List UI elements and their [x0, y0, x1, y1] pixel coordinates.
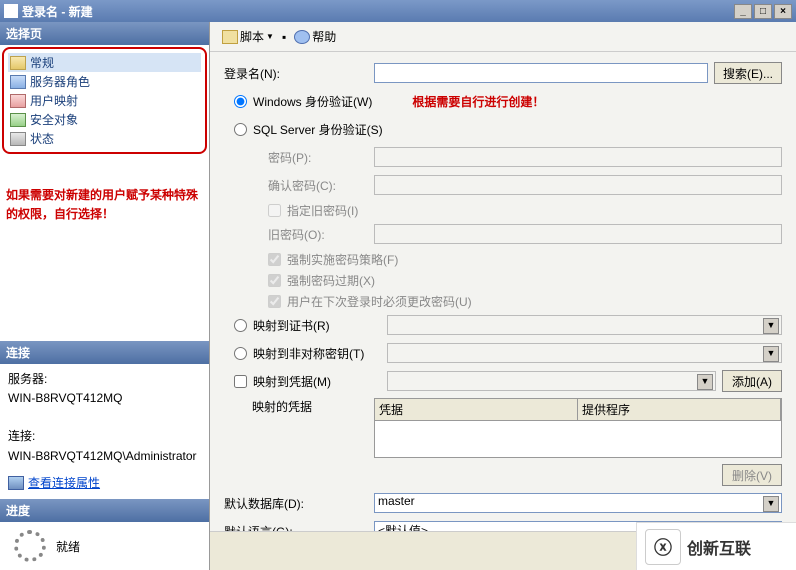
help-button[interactable]: 帮助: [290, 26, 340, 47]
sql-auth-label: SQL Server 身份验证(S): [253, 121, 383, 138]
specify-old-checkbox: [268, 204, 281, 217]
map-cert-select: [387, 315, 782, 335]
nav-label: 常规: [30, 54, 54, 71]
map-cred-select: [387, 371, 716, 391]
default-db-label: 默认数据库(D):: [224, 495, 374, 512]
select-page-header: 选择页: [0, 22, 209, 45]
view-conn-text: 查看连接属性: [28, 474, 100, 493]
help-icon: [294, 30, 310, 44]
help-label: 帮助: [312, 28, 336, 45]
map-cred-label: 映射到凭据(M): [253, 373, 387, 390]
login-name-input[interactable]: [374, 63, 708, 83]
app-icon: [4, 4, 18, 18]
specify-old-label: 指定旧密码(I): [287, 202, 358, 219]
window-titlebar: 登录名 - 新建 _ □ ×: [0, 0, 796, 22]
progress-header: 进度: [0, 499, 209, 522]
provider-col-header: 提供程序: [578, 399, 781, 421]
map-cert-radio[interactable]: [234, 319, 247, 332]
credentials-grid[interactable]: 凭据 提供程序: [374, 398, 782, 458]
login-name-label: 登录名(N):: [224, 65, 374, 82]
nav-securables[interactable]: 安全对象: [8, 110, 201, 129]
map-asym-label: 映射到非对称密钥(T): [253, 345, 387, 362]
enforce-policy-checkbox: [268, 253, 281, 266]
map-cred-checkbox[interactable]: [234, 375, 247, 388]
minimize-button[interactable]: _: [734, 4, 752, 19]
page-icon: [10, 56, 26, 70]
search-button[interactable]: 搜索(E)...: [714, 62, 782, 84]
connection-icon: [8, 476, 24, 490]
toolbar-separator: ▪: [282, 30, 286, 44]
red-note: 根据需要自行进行创建！: [412, 93, 544, 110]
server-label: 服务器:: [8, 370, 201, 389]
sql-auth-radio[interactable]: [234, 123, 247, 136]
conn-value: WIN-B8RVQT412MQ\Administrator: [8, 447, 201, 466]
watermark: ⓧ 创新互联: [636, 522, 796, 570]
old-password-label: 旧密码(O):: [224, 226, 374, 243]
nav-general[interactable]: 常规: [8, 53, 201, 72]
nav-label: 用户映射: [30, 92, 78, 109]
nav-label: 安全对象: [30, 111, 78, 128]
view-connection-link[interactable]: 查看连接属性: [8, 474, 201, 493]
status-icon: [10, 132, 26, 146]
left-annotation: 如果需要对新建的用户赋予某种特殊的权限，自行选择！: [0, 156, 209, 234]
default-db-select[interactable]: master: [374, 493, 782, 513]
password-input: [374, 147, 782, 167]
server-icon: [10, 75, 26, 89]
confirm-password-input: [374, 175, 782, 195]
enforce-expire-label: 强制密码过期(X): [287, 272, 375, 289]
map-asym-select: [387, 343, 782, 363]
windows-auth-label: Windows 身份验证(W): [253, 93, 372, 110]
toolbar: 脚本 ▼ ▪ 帮助: [210, 22, 796, 52]
user-icon: [10, 94, 26, 108]
enforce-expire-checkbox: [268, 274, 281, 287]
maximize-button[interactable]: □: [754, 4, 772, 19]
password-label: 密码(P):: [224, 149, 374, 166]
connection-section: 服务器: WIN-B8RVQT412MQ 连接: WIN-B8RVQT412MQ…: [0, 364, 209, 499]
mapped-creds-label: 映射的凭据: [224, 398, 374, 415]
confirm-password-label: 确认密码(C):: [224, 177, 374, 194]
map-asym-radio[interactable]: [234, 347, 247, 360]
default-lang-label: 默认语言(G):: [224, 523, 374, 532]
left-panel: 选择页 常规 服务器角色 用户映射 安全对象 状态 如果需要对: [0, 22, 210, 570]
spinner-icon: [14, 530, 46, 562]
must-change-checkbox: [268, 295, 281, 308]
form-area: 登录名(N): 搜索(E)... Windows 身份验证(W) 根据需要自行进…: [210, 52, 796, 531]
add-button[interactable]: 添加(A): [722, 370, 782, 392]
nav-label: 状态: [30, 130, 54, 147]
windows-auth-radio[interactable]: [234, 95, 247, 108]
map-cert-label: 映射到证书(R): [253, 317, 387, 334]
watermark-text: 创新互联: [687, 535, 751, 559]
right-panel: 脚本 ▼ ▪ 帮助 登录名(N): 搜索(E)... Windows 身份验证(…: [210, 22, 796, 570]
connection-header: 连接: [0, 341, 209, 364]
script-icon: [222, 30, 238, 44]
old-password-input: [374, 224, 782, 244]
nav-status[interactable]: 状态: [8, 129, 201, 148]
progress-section: 就绪: [0, 522, 209, 570]
chevron-down-icon: ▼: [266, 32, 274, 41]
script-label: 脚本: [240, 28, 264, 45]
window-title: 登录名 - 新建: [22, 3, 732, 20]
watermark-logo: ⓧ: [645, 529, 681, 565]
close-button[interactable]: ×: [774, 4, 792, 19]
nav-list: 常规 服务器角色 用户映射 安全对象 状态: [2, 47, 207, 154]
nav-user-mapping[interactable]: 用户映射: [8, 91, 201, 110]
cred-col-header: 凭据: [375, 399, 578, 421]
script-button[interactable]: 脚本 ▼: [218, 26, 278, 47]
must-change-label: 用户在下次登录时必须更改密码(U): [287, 293, 472, 310]
nav-server-roles[interactable]: 服务器角色: [8, 72, 201, 91]
server-value: WIN-B8RVQT412MQ: [8, 389, 201, 408]
nav-label: 服务器角色: [30, 73, 90, 90]
conn-label: 连接:: [8, 427, 201, 446]
ready-label: 就绪: [56, 538, 80, 555]
enforce-policy-label: 强制实施密码策略(F): [287, 251, 398, 268]
lock-icon: [10, 113, 26, 127]
delete-button: 删除(V): [722, 464, 782, 486]
